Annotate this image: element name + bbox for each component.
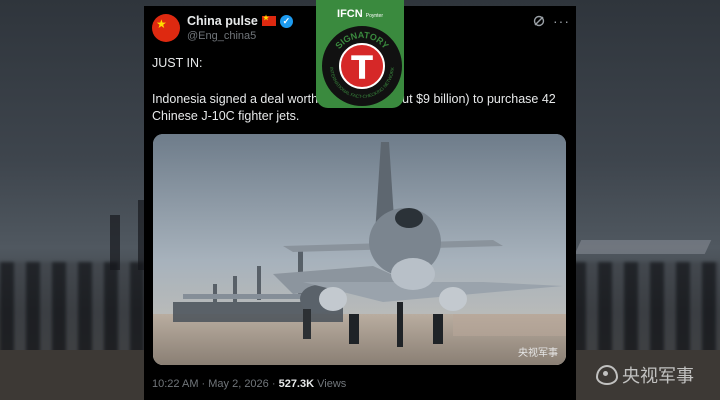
china-flag-avatar-icon: ★ [156,17,167,31]
tweet-image[interactable]: 央视军事 [153,134,566,365]
grok-icon[interactable] [533,15,545,27]
ifcn-signatory-badge: IFCN Poynter SIGNATORY INTERNATIONAL FAC… [316,0,404,108]
ifcn-label-text: IFCN [337,8,363,20]
background-tail [110,215,120,270]
verified-badge-icon: ✓ [279,14,293,28]
ifcn-label-small: Poynter [365,13,383,19]
china-flag-icon [261,14,276,26]
views-label: Views [314,378,347,390]
timestamp[interactable]: 10:22 AM · May 2, 2026 · [152,378,279,390]
tweet-headline: JUST IN: [152,56,203,70]
weibo-icon [596,365,618,385]
seal-letter: T [351,49,373,87]
views-count: 527.3K [278,378,315,390]
background-watermark-text: 央视军事 [622,366,694,386]
tweet-meta: 10:22 AM · May 2, 2026 · 527.3K Views [152,378,346,390]
fighter-jets-photo [153,134,566,365]
background-wing [574,240,712,254]
avatar[interactable]: ★ [152,14,180,42]
image-watermark: 央视军事 [518,348,558,359]
background-watermark: 央视军事 [596,362,694,388]
user-handle[interactable]: @Eng_china5 [187,30,256,42]
display-name-text: China pulse [187,14,258,28]
display-name[interactable]: China pulse ✓ [187,14,293,28]
seal-center: T [339,43,385,89]
ifcn-label: IFCN Poynter [316,8,404,20]
signatory-seal: SIGNATORY INTERNATIONAL FACT-CHECKING NE… [320,24,404,108]
more-icon[interactable]: ··· [553,13,570,29]
